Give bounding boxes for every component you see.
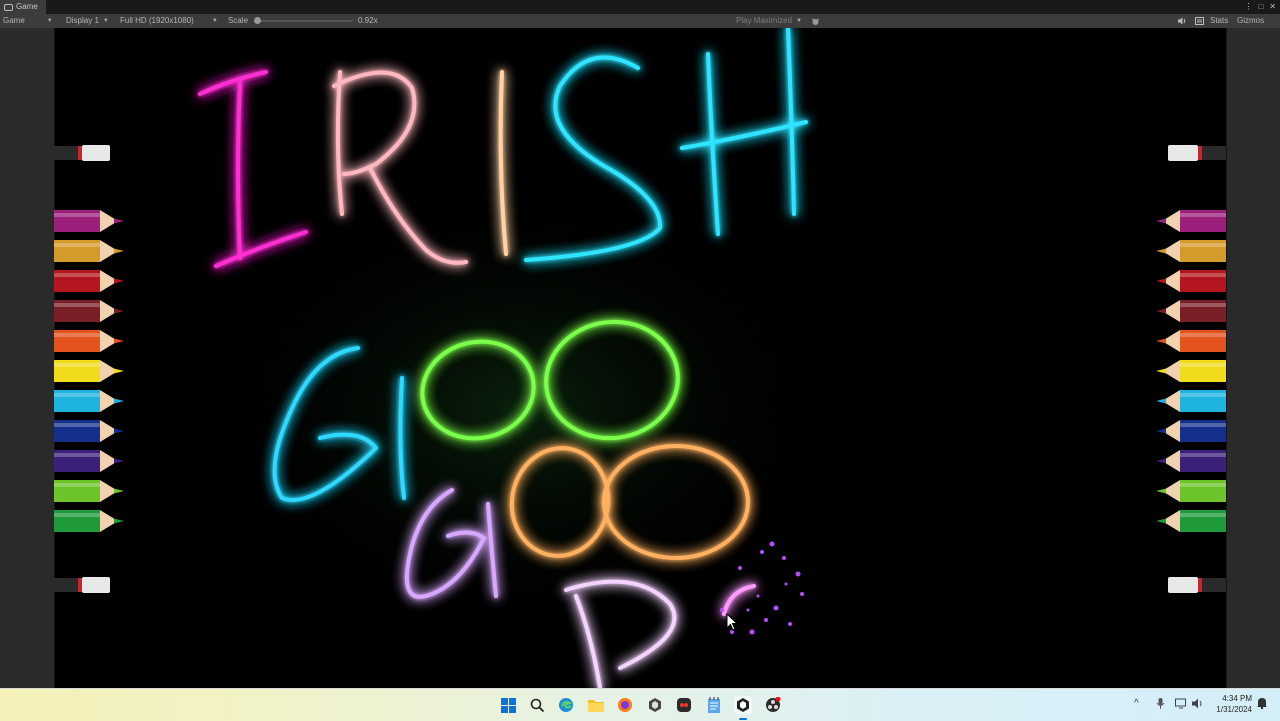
pencil-color-6[interactable] (54, 358, 126, 384)
pencil-color-right-7[interactable] (1154, 388, 1226, 414)
firefox-icon[interactable] (616, 696, 634, 714)
gizmos-button[interactable]: Gizmos (1237, 14, 1264, 28)
notepad-icon[interactable] (705, 696, 723, 714)
pencil-color-right-5[interactable] (1154, 328, 1226, 354)
eraser-tool-left-top[interactable] (54, 144, 112, 162)
eraser-tool-left-bottom[interactable] (54, 576, 112, 594)
pencil-color-7[interactable] (54, 388, 126, 414)
pencil-color-3[interactable] (54, 268, 126, 294)
play-mode-dropdown[interactable]: Play Maximized ▼ (736, 14, 802, 28)
letter-h (680, 28, 808, 236)
pencil-color-right-3[interactable] (1154, 268, 1226, 294)
notifications-bell-icon[interactable] (1257, 697, 1267, 712)
eraser-tool-right-top[interactable] (1168, 144, 1226, 162)
stats-button[interactable]: Stats (1210, 14, 1228, 28)
bug-icon[interactable] (811, 14, 820, 28)
editor-tab-bar: Game ⋮ □ ✕ (0, 0, 1280, 15)
pencil-color-9[interactable] (54, 448, 126, 474)
scale-label: Scale (228, 16, 249, 25)
volume-icon[interactable] (1192, 698, 1204, 712)
pencil-color-11[interactable] (54, 508, 126, 534)
aspect-icon[interactable] (1195, 14, 1204, 28)
display-label: Display 1 (66, 16, 99, 25)
pencil-color-right-11[interactable] (1154, 508, 1226, 534)
network-icon[interactable] (1175, 698, 1187, 712)
pencil-color-right-4[interactable] (1154, 298, 1226, 324)
tab-controls: ⋮ □ ✕ (1244, 0, 1276, 14)
pencil-color-4[interactable] (54, 298, 126, 324)
mouse-cursor-icon (726, 612, 739, 631)
pencil-color-right-2[interactable] (1154, 238, 1226, 264)
chevron-down-icon: ▼ (102, 18, 109, 24)
play-mode-label: Play Maximized (736, 16, 793, 25)
resolution-label: Full HD (1920x1080) (120, 16, 194, 25)
game-tab-label: Game (16, 2, 38, 11)
system-clock[interactable]: 4:34 PM 1/31/2024 (1216, 693, 1252, 715)
search-icon[interactable] (528, 696, 546, 714)
gamepad-icon (4, 3, 13, 11)
pencil-color-1[interactable] (54, 208, 126, 234)
unity-hub-icon[interactable] (646, 696, 664, 714)
neon-drawing-canvas[interactable] (0, 28, 1280, 688)
edge-browser-icon[interactable] (557, 696, 575, 714)
eraser-tool-right-bottom[interactable] (1168, 576, 1226, 594)
microphone-icon[interactable] (1156, 698, 1165, 712)
pencil-color-8[interactable] (54, 418, 126, 444)
unity-editor-icon[interactable] (734, 696, 752, 714)
letter-i (198, 70, 308, 268)
chevron-down-icon: ▼ (796, 18, 802, 24)
app-icon[interactable] (675, 696, 693, 714)
scale-slider-handle[interactable] (254, 17, 261, 24)
pencil-color-5[interactable] (54, 328, 126, 354)
pencil-color-right-9[interactable] (1154, 448, 1226, 474)
display-dropdown[interactable]: Display 1 ▼ (66, 14, 109, 28)
pencil-color-2[interactable] (54, 238, 126, 264)
game-tab[interactable]: Game (0, 0, 46, 14)
chevron-down-icon: ▼ (46, 18, 53, 24)
view-mode-dropdown[interactable]: Game ▼ (3, 14, 53, 28)
pencil-color-right-1[interactable] (1154, 208, 1226, 234)
chevron-down-icon: ▼ (211, 18, 218, 24)
close-icon[interactable]: ✕ (1269, 0, 1276, 14)
pencil-color-right-10[interactable] (1154, 478, 1226, 504)
active-brush-stroke (722, 584, 756, 616)
resolution-dropdown[interactable]: Full HD (1920x1080) ▼ (120, 14, 218, 28)
game-toolbar: Game ▼ Display 1 ▼ Full HD (1920x1080) ▼ Sc… (0, 14, 1280, 28)
show-hidden-icons-icon[interactable]: ^ (1134, 698, 1139, 709)
scale-value: 0.92x (358, 16, 378, 25)
maximize-icon[interactable]: □ (1258, 0, 1263, 14)
clock-time: 4:34 PM (1222, 694, 1252, 703)
pencil-color-right-6[interactable] (1154, 358, 1226, 384)
pencil-color-right-8[interactable] (1154, 418, 1226, 444)
view-mode-label: Game (3, 16, 25, 25)
more-options-icon[interactable]: ⋮ (1244, 0, 1252, 14)
pencil-color-10[interactable] (54, 478, 126, 504)
obs-studio-icon[interactable] (764, 696, 782, 714)
scale-slider-track[interactable] (257, 20, 353, 22)
start-button-icon[interactable] (499, 696, 517, 714)
windows-taskbar: ^ 4:34 PM 1/31/2024 (0, 688, 1280, 721)
clock-date: 1/31/2024 (1216, 705, 1252, 714)
mute-audio-icon[interactable] (1178, 14, 1187, 28)
file-explorer-icon[interactable] (587, 696, 605, 714)
